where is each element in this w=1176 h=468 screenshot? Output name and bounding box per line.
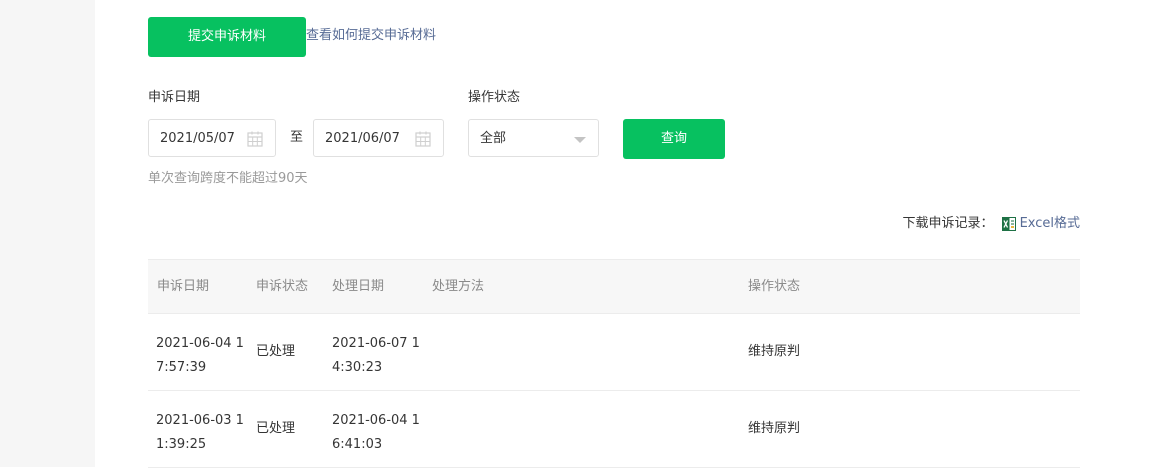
calendar-icon: [415, 131, 431, 147]
appeal-records-table: 申诉日期 申诉状态 处理日期 处理方法 操作状态 2021-06-04 17:5…: [148, 259, 1080, 468]
cell-appeal-status: 已处理: [256, 421, 296, 436]
end-date-input[interactable]: 2021/06/07: [313, 119, 444, 157]
header-process-method: 处理方法: [432, 279, 485, 294]
table-row: 2021-06-04 17:57:39 已处理 2021-06-07 14:30…: [148, 314, 1080, 391]
header-process-date: 处理日期: [332, 279, 385, 294]
start-date-input[interactable]: 2021/05/07: [148, 119, 276, 157]
excel-icon: [1001, 217, 1016, 231]
cell-process-date: 2021-06-04 16:41:03: [332, 413, 420, 452]
cell-appeal-date: 2021-06-03 11:39:25: [156, 413, 244, 452]
excel-download-link[interactable]: Excel格式: [1020, 216, 1080, 232]
table-row: 2021-06-03 11:39:25 已处理 2021-06-04 16:41…: [148, 391, 1080, 468]
cell-appeal-date: 2021-06-04 17:57:39: [156, 336, 244, 375]
cell-appeal-status: 已处理: [256, 344, 296, 359]
cell-process-date: 2021-06-07 14:30:23: [332, 336, 420, 375]
left-sidebar: [0, 0, 95, 467]
end-date-value: 2021/06/07: [325, 131, 400, 146]
op-status-select[interactable]: 全部: [468, 119, 599, 157]
cell-op-status: 维持原判: [748, 421, 801, 436]
query-button[interactable]: 查询: [623, 119, 725, 159]
table-header: 申诉日期 申诉状态 处理日期 处理方法 操作状态: [148, 259, 1080, 314]
header-op-status: 操作状态: [748, 279, 801, 294]
cell-op-status: 维持原判: [748, 344, 801, 359]
header-appeal-date: 申诉日期: [157, 279, 210, 294]
date-range-hint: 单次查询跨度不能超过90天: [148, 171, 308, 186]
op-status-label: 操作状态: [468, 90, 521, 105]
submit-appeal-button[interactable]: 提交申诉材料: [148, 17, 306, 57]
header-appeal-status: 申诉状态: [256, 279, 309, 294]
date-range-separator: 至: [290, 130, 304, 145]
download-records: 下载申诉记录： Excel格式: [903, 216, 1080, 232]
how-to-submit-link[interactable]: 查看如何提交申诉材料: [306, 28, 436, 44]
appeal-date-label: 申诉日期: [148, 90, 201, 105]
start-date-value: 2021/05/07: [160, 131, 235, 146]
chevron-down-icon: [574, 137, 586, 143]
calendar-icon: [247, 131, 263, 147]
op-status-selected: 全部: [480, 131, 507, 146]
download-label: 下载申诉记录：: [902, 216, 994, 231]
